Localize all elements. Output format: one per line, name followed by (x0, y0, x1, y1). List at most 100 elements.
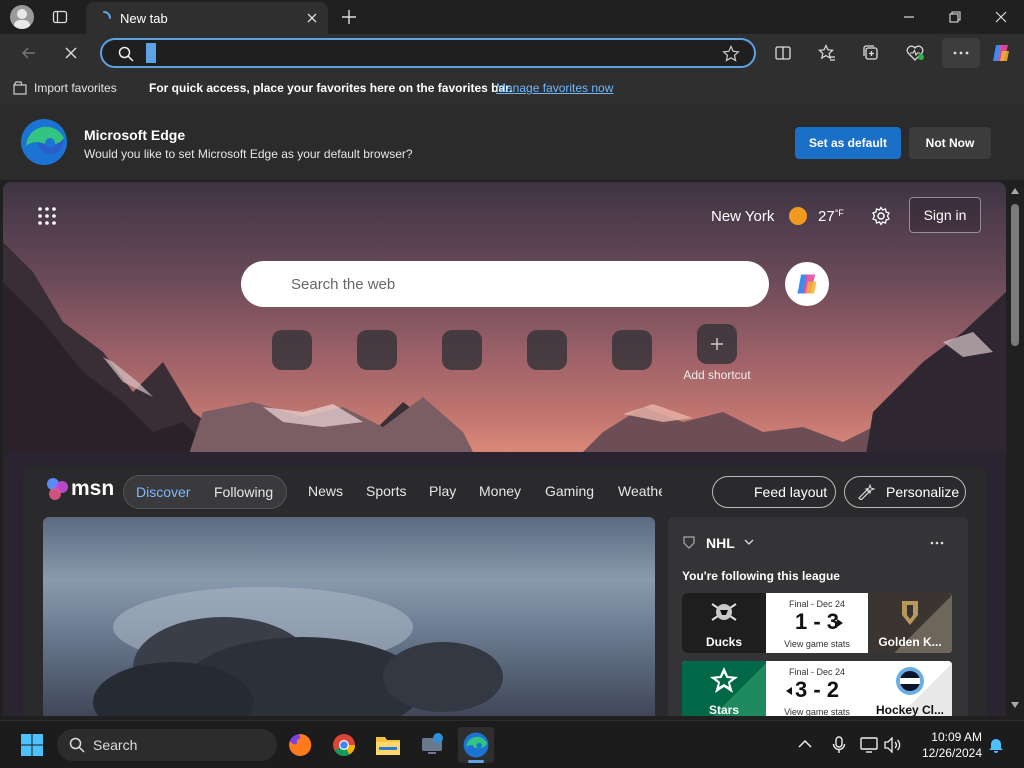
game-status: Final - Dec 24 (788, 667, 846, 677)
storm-cloud-image (93, 587, 503, 716)
nhl-league-title[interactable]: NHL (706, 535, 735, 551)
browser-essentials-icon[interactable] (900, 38, 930, 68)
collections-icon[interactable] (856, 38, 886, 68)
add-shortcut-button[interactable] (697, 324, 737, 364)
loading-spinner-icon (96, 10, 112, 26)
web-search-input[interactable] (291, 273, 731, 295)
away-team-name: Hockey Cl... (875, 703, 945, 716)
remote-app-icon[interactable] (414, 727, 450, 763)
clock-date: 12/26/2024 (921, 746, 982, 760)
copilot-search-button[interactable] (785, 262, 829, 306)
taskbar-search-label: Search (93, 737, 138, 753)
personalize-sparkle-icon (857, 484, 875, 500)
chevron-down-icon[interactable] (744, 538, 754, 546)
msn-logo[interactable]: msn (71, 477, 114, 501)
feed-layout-button[interactable]: Feed layout (712, 476, 836, 508)
shortcut-tile-3[interactable] (442, 330, 482, 370)
weather-temperature[interactable]: 27°F (818, 208, 844, 225)
file-explorer-icon[interactable] (370, 727, 406, 763)
personalize-button[interactable]: Personalize (844, 476, 966, 508)
page-scrollbar[interactable] (1006, 182, 1024, 716)
firefox-app-icon[interactable] (282, 727, 318, 763)
close-window-icon[interactable] (978, 0, 1024, 34)
team-hockey-club: Hockey Cl... (868, 661, 952, 716)
not-now-button[interactable]: Not Now (909, 127, 991, 159)
address-bar[interactable] (100, 38, 756, 68)
taskbar-search[interactable]: Search (57, 729, 277, 761)
team-golden-knights: Golden K... (868, 593, 952, 653)
stars-logo-icon (710, 667, 738, 693)
new-tab-page: New York 27°F Sign in Add shortcut msn D… (3, 182, 1006, 716)
winner-arrow-icon (837, 619, 843, 627)
restore-icon[interactable] (932, 0, 978, 34)
app-launcher-icon[interactable] (37, 206, 57, 226)
profile-avatar[interactable] (10, 5, 34, 29)
manage-favorites-link[interactable]: Manage favorites now (496, 81, 613, 95)
set-as-default-button[interactable]: Set as default (795, 127, 901, 159)
msn-butterfly-icon[interactable] (45, 477, 71, 501)
windows-logo-icon (21, 734, 43, 756)
game-row[interactable]: Stars Final - Dec 24 3 - 2 View game sta… (682, 661, 952, 716)
shortcut-tile-1[interactable] (272, 330, 312, 370)
shortcut-tile-5[interactable] (612, 330, 652, 370)
show-hidden-icons-chevron-icon[interactable] (798, 739, 812, 749)
nav-sports[interactable]: Sports (366, 483, 406, 499)
sign-in-button[interactable]: Sign in (909, 197, 981, 233)
web-search-box[interactable] (241, 261, 769, 307)
nav-gaming[interactable]: Gaming (545, 483, 594, 499)
hero-story-image[interactable] (43, 517, 655, 716)
start-button[interactable] (14, 727, 50, 763)
back-arrow-icon[interactable] (14, 38, 44, 68)
minimize-icon[interactable] (886, 0, 932, 34)
more-options-icon[interactable] (930, 541, 944, 545)
toolbar (0, 34, 1024, 72)
microphone-icon[interactable] (832, 736, 846, 754)
address-text-cursor (146, 43, 156, 63)
shortcut-tile-4[interactable] (527, 330, 567, 370)
split-screen-icon[interactable] (768, 38, 798, 68)
shortcut-tile-2[interactable] (357, 330, 397, 370)
import-favorites-link[interactable]: Import favorites (34, 81, 117, 95)
import-favorites-icon[interactable] (12, 80, 28, 96)
nav-money[interactable]: Money (479, 483, 521, 499)
edge-app-icon[interactable] (458, 727, 494, 763)
game-row[interactable]: Ducks Final - Dec 24 1 - 3 View game sta… (682, 593, 952, 653)
sunny-weather-icon[interactable] (788, 206, 808, 226)
settings-more-icon[interactable] (942, 38, 980, 68)
copilot-icon[interactable] (986, 38, 1016, 68)
favorite-star-icon[interactable] (722, 45, 740, 63)
banner-title: Microsoft Edge (84, 127, 186, 143)
nav-weather[interactable]: Weathe (618, 483, 662, 499)
network-icon[interactable] (860, 736, 878, 754)
view-game-stats-link[interactable]: View game stats (766, 639, 868, 649)
ducks-logo-icon (711, 603, 737, 621)
scroll-up-arrow-icon[interactable] (1011, 188, 1019, 194)
notification-bell-icon[interactable] (988, 736, 1004, 754)
away-team-name: Golden K... (878, 635, 942, 649)
volume-icon[interactable] (884, 737, 902, 753)
nav-news[interactable]: News (308, 483, 343, 499)
tab-discover[interactable]: Discover (136, 484, 190, 500)
tab-new-tab[interactable]: New tab (86, 2, 328, 34)
new-tab-icon[interactable] (340, 8, 358, 26)
favorites-icon[interactable] (812, 38, 842, 68)
search-icon (118, 46, 134, 62)
system-clock[interactable]: 10:09 AM 12/26/2024 (916, 729, 982, 761)
page-settings-gear-icon[interactable] (871, 206, 891, 226)
golden-knights-logo-icon (902, 601, 918, 625)
stop-loading-icon[interactable] (56, 38, 86, 68)
taskbar: Search 10:09 AM 12/26/2024 (0, 720, 1024, 768)
scrollbar-thumb[interactable] (1011, 204, 1019, 346)
tab-actions-icon[interactable] (52, 9, 68, 25)
nhl-scores-card: NHL You're following this league Ducks F… (668, 517, 968, 716)
clock-time: 10:09 AM (931, 730, 982, 744)
close-tab-icon[interactable] (304, 10, 320, 26)
personalize-label: Personalize (886, 484, 960, 500)
weather-city[interactable]: New York (711, 208, 774, 225)
scroll-down-arrow-icon[interactable] (1011, 702, 1019, 708)
view-game-stats-link[interactable]: View game stats (766, 707, 868, 716)
chrome-app-icon[interactable] (326, 727, 362, 763)
tab-following[interactable]: Following (214, 484, 273, 500)
nav-play[interactable]: Play (429, 483, 456, 499)
active-app-indicator (468, 760, 484, 763)
